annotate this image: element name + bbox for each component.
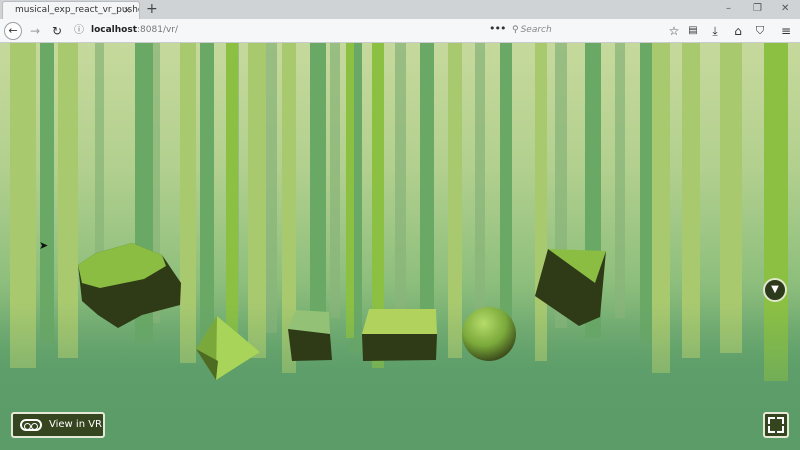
- home-icon[interactable]: ⌂: [731, 22, 745, 40]
- box-shape[interactable]: [362, 309, 437, 361]
- tab-title: musical_exp_react_vr_pusher: [15, 5, 140, 15]
- close-window-button[interactable]: ✕: [781, 0, 789, 18]
- gaze-cursor-icon[interactable]: ▼: [763, 278, 787, 302]
- pocket-icon[interactable]: ⛉: [753, 22, 767, 40]
- reading-list-icon[interactable]: ▤: [686, 22, 700, 40]
- tab-bar: musical_exp_react_vr_pusher × + – ❐ ✕: [0, 0, 800, 19]
- restore-window-button[interactable]: ❐: [753, 0, 762, 18]
- menu-icon[interactable]: ≡: [779, 22, 793, 40]
- fullscreen-corner-icon: [768, 426, 775, 433]
- fullscreen-corner-icon: [768, 417, 775, 424]
- vr-headset-icon: [20, 419, 42, 431]
- url-port: :8081: [137, 25, 163, 35]
- mouse-cursor-icon: ➤: [39, 239, 49, 252]
- new-tab-button[interactable]: +: [146, 0, 158, 18]
- scene-canvas: [0, 43, 800, 450]
- view-in-vr-button[interactable]: View in VR: [11, 412, 105, 438]
- forward-icon[interactable]: →: [28, 22, 42, 40]
- cube-shape[interactable]: [288, 310, 332, 361]
- url-path: /vr/: [162, 25, 179, 35]
- fullscreen-corner-icon: [777, 426, 784, 433]
- sphere-shape[interactable]: [462, 307, 516, 361]
- download-icon[interactable]: ⤓: [708, 22, 722, 40]
- minimize-window-button[interactable]: –: [726, 0, 731, 18]
- browser-tab[interactable]: musical_exp_react_vr_pusher ×: [2, 1, 140, 19]
- url-host: localhost: [91, 25, 138, 35]
- bookmark-star-icon[interactable]: ☆: [667, 22, 681, 40]
- navigation-bar: ← → ↻ ⓘ localhost:8081/vr/ ••• ⚲ Search ☆…: [0, 19, 800, 43]
- info-icon[interactable]: ⓘ: [73, 22, 85, 40]
- reload-icon[interactable]: ↻: [50, 22, 64, 40]
- search-placeholder: Search: [520, 25, 552, 35]
- view-in-vr-label: View in VR: [49, 419, 102, 430]
- page-actions-button[interactable]: •••: [489, 22, 506, 35]
- vr-scene[interactable]: ➤ ▼: [0, 43, 800, 450]
- back-icon[interactable]: ←: [4, 22, 22, 40]
- search-icon: ⚲: [512, 25, 519, 35]
- close-tab-icon[interactable]: ×: [123, 5, 131, 16]
- fullscreen-corner-icon: [777, 417, 784, 424]
- fullscreen-button[interactable]: [763, 412, 789, 438]
- search-field[interactable]: ⚲ Search: [512, 25, 552, 35]
- url-field[interactable]: localhost:8081/vr/: [91, 25, 178, 35]
